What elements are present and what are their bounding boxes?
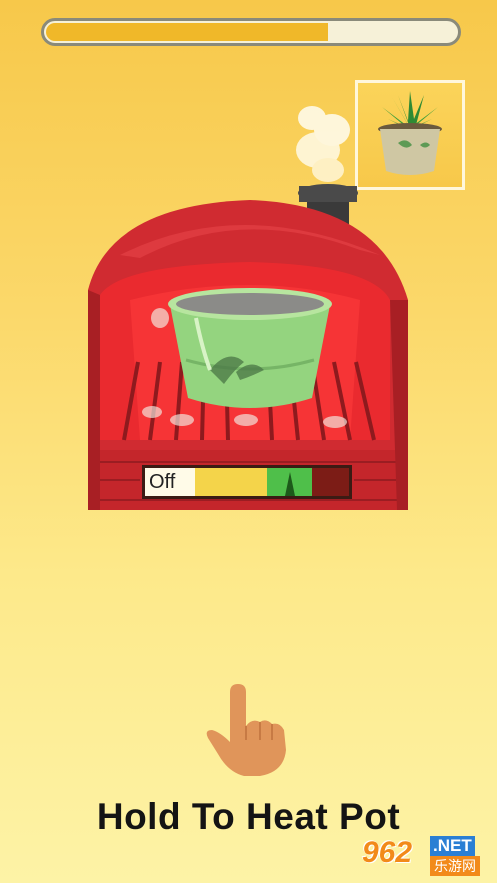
- heat-zone-low: [195, 468, 267, 496]
- watermark-cn: 乐游网: [430, 856, 480, 876]
- pointing-hand-icon[interactable]: [200, 680, 300, 780]
- heat-meter-off-label: Off: [145, 468, 195, 496]
- instruction-text: Hold To Heat Pot: [96, 796, 401, 837]
- steam-icon: [296, 106, 350, 182]
- heat-meter: Off: [142, 465, 352, 499]
- heat-zone-high: [312, 468, 349, 496]
- heat-zone-target: [267, 468, 312, 496]
- heat-needle-icon: [285, 472, 295, 496]
- site-watermark: 962 .NET 乐游网: [358, 834, 488, 878]
- watermark-suffix: .NET: [430, 836, 475, 856]
- watermark-number: 962: [362, 836, 413, 869]
- clay-pot-icon: [168, 288, 332, 408]
